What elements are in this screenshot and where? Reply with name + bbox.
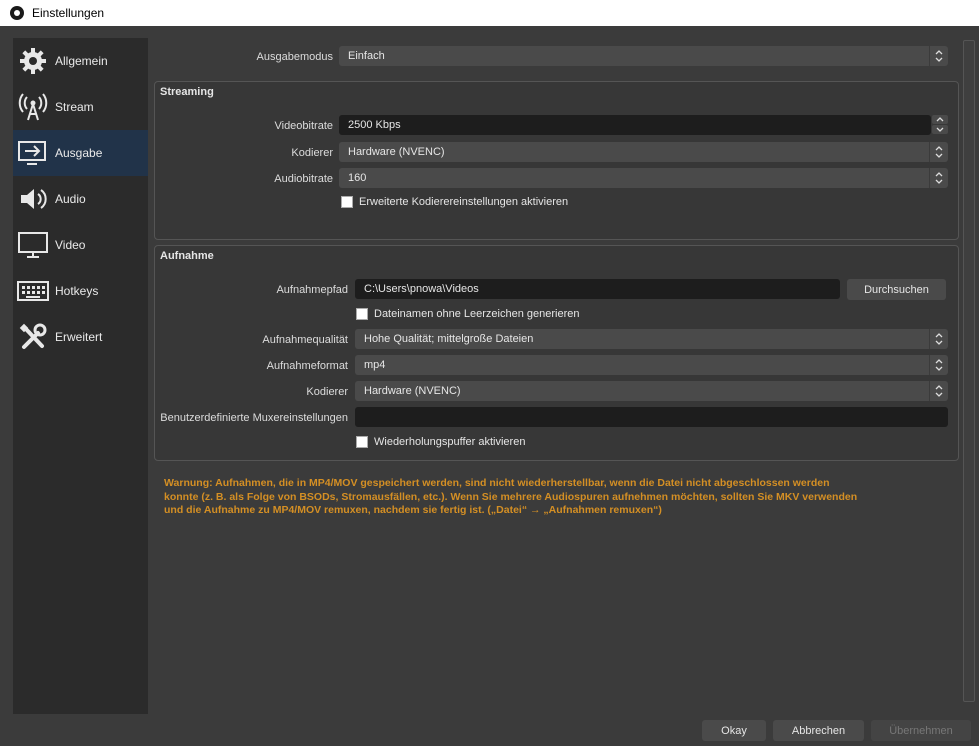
updown-chevron-icon bbox=[929, 142, 948, 162]
updown-chevron-icon bbox=[929, 381, 948, 401]
browse-button[interactable]: Durchsuchen bbox=[847, 279, 946, 300]
streaming-group-title: Streaming bbox=[160, 86, 214, 98]
checkbox-label: Dateinamen ohne Leerzeichen generieren bbox=[374, 308, 580, 320]
updown-chevron-icon bbox=[929, 168, 948, 188]
antenna-icon bbox=[16, 90, 50, 124]
checkbox-label: Erweiterte Kodierereinstellungen aktivie… bbox=[359, 196, 569, 208]
recording-path-input[interactable]: C:\Users\pnowa\Videos bbox=[355, 279, 840, 299]
sidebar-item-label: Audio bbox=[55, 192, 86, 206]
checkbox-box[interactable] bbox=[356, 308, 368, 320]
video-bitrate-label: Videobitrate bbox=[274, 120, 333, 132]
apply-button[interactable]: Übernehmen bbox=[871, 720, 971, 741]
sidebar-item-label: Video bbox=[55, 238, 86, 252]
sidebar-item-audio[interactable]: Audio bbox=[13, 176, 148, 222]
obs-logo-icon bbox=[10, 6, 24, 20]
recording-encoder-select[interactable]: Hardware (NVENC) bbox=[355, 381, 948, 401]
checkbox-box[interactable] bbox=[341, 196, 353, 208]
sidebar-item-label: Stream bbox=[55, 100, 94, 114]
monitor-icon bbox=[16, 228, 50, 262]
recording-quality-value: Hohe Qualität; mittelgroße Dateien bbox=[364, 333, 534, 345]
updown-chevron-icon bbox=[929, 46, 948, 66]
sidebar-item-label: Ausgabe bbox=[55, 146, 103, 160]
audio-bitrate-label: Audiobitrate bbox=[274, 173, 333, 185]
recording-quality-select[interactable]: Hohe Qualität; mittelgroße Dateien bbox=[355, 329, 948, 349]
output-icon bbox=[16, 136, 50, 170]
sidebar-item-hotkeys[interactable]: Hotkeys bbox=[13, 268, 148, 314]
checkbox-box[interactable] bbox=[356, 436, 368, 448]
settings-window: Allgemein Stream Ausgabe Audio Video Hot… bbox=[0, 26, 979, 746]
tools-icon bbox=[16, 320, 50, 354]
recording-format-select[interactable]: mp4 bbox=[355, 355, 948, 375]
checkbox-label: Wiederholungspuffer aktivieren bbox=[374, 436, 526, 448]
updown-chevron-icon bbox=[929, 355, 948, 375]
muxer-settings-input[interactable] bbox=[355, 407, 948, 427]
cancel-button[interactable]: Abbrechen bbox=[773, 720, 864, 741]
recording-path-label: Aufnahmepfad bbox=[276, 284, 348, 296]
sidebar-item-stream[interactable]: Stream bbox=[13, 84, 148, 130]
sidebar-item-label: Allgemein bbox=[55, 54, 108, 68]
gear-icon bbox=[16, 44, 50, 78]
recording-quality-label: Aufnahmequalität bbox=[262, 334, 348, 346]
warning-line: und die Aufnahme zu MP4/MOV remuxen, nac… bbox=[164, 504, 662, 516]
mp4-warning-text: Warnung: Aufnahmen, die in MP4/MOV gespe… bbox=[164, 477, 944, 518]
okay-button[interactable]: Okay bbox=[702, 720, 766, 741]
recording-format-label: Aufnahmeformat bbox=[266, 360, 348, 372]
output-mode-select[interactable]: Einfach bbox=[339, 46, 948, 66]
sidebar-item-ausgabe[interactable]: Ausgabe bbox=[13, 130, 148, 176]
streaming-encoder-value: Hardware (NVENC) bbox=[348, 146, 445, 158]
sidebar-item-video[interactable]: Video bbox=[13, 222, 148, 268]
warning-line: Warnung: Aufnahmen, die in MP4/MOV gespe… bbox=[164, 477, 830, 489]
sidebar-item-label: Erweitert bbox=[55, 330, 103, 344]
sidebar-item-label: Hotkeys bbox=[55, 284, 99, 298]
video-bitrate-input[interactable]: 2500 Kbps bbox=[339, 115, 931, 135]
spin-down-icon[interactable] bbox=[932, 125, 948, 134]
recording-group-title: Aufnahme bbox=[160, 250, 214, 262]
output-mode-label: Ausgabemodus bbox=[256, 51, 333, 63]
recording-format-value: mp4 bbox=[364, 359, 386, 371]
scrollbar-thumb[interactable] bbox=[963, 40, 975, 702]
streaming-encoder-select[interactable]: Hardware (NVENC) bbox=[339, 142, 948, 162]
streaming-encoder-label: Kodierer bbox=[291, 147, 333, 159]
window-title: Einstellungen bbox=[32, 6, 105, 20]
keyboard-icon bbox=[16, 274, 50, 308]
recording-path-value: C:\Users\pnowa\Videos bbox=[364, 283, 479, 295]
title-bar: Einstellungen bbox=[0, 0, 979, 26]
recording-encoder-label: Kodierer bbox=[306, 386, 348, 398]
recording-encoder-value: Hardware (NVENC) bbox=[364, 385, 461, 397]
video-bitrate-spinner[interactable] bbox=[932, 115, 948, 135]
audio-bitrate-value: 160 bbox=[348, 172, 367, 184]
settings-sidebar: Allgemein Stream Ausgabe Audio Video Hot… bbox=[13, 38, 148, 714]
muxer-settings-label: Benutzerdefinierte Muxereinstellungen bbox=[160, 412, 348, 424]
video-bitrate-value: 2500 Kbps bbox=[348, 119, 401, 131]
updown-chevron-icon bbox=[929, 329, 948, 349]
spin-up-icon[interactable] bbox=[932, 115, 948, 124]
output-mode-value: Einfach bbox=[348, 50, 385, 62]
audio-bitrate-select[interactable]: 160 bbox=[339, 168, 948, 188]
warning-line: konnte (z. B. als Folge von BSODs, Strom… bbox=[164, 490, 858, 503]
speaker-icon bbox=[16, 182, 50, 216]
sidebar-item-allgemein[interactable]: Allgemein bbox=[13, 38, 148, 84]
settings-scrollbar[interactable] bbox=[961, 38, 975, 714]
no-space-filename-checkbox[interactable]: Dateinamen ohne Leerzeichen generieren bbox=[356, 308, 579, 320]
advanced-encoder-checkbox[interactable]: Erweiterte Kodierereinstellungen aktivie… bbox=[341, 196, 568, 208]
recording-group: Aufnahme bbox=[154, 245, 959, 461]
replay-buffer-checkbox[interactable]: Wiederholungspuffer aktivieren bbox=[356, 436, 525, 448]
sidebar-item-erweitert[interactable]: Erweitert bbox=[13, 314, 148, 360]
